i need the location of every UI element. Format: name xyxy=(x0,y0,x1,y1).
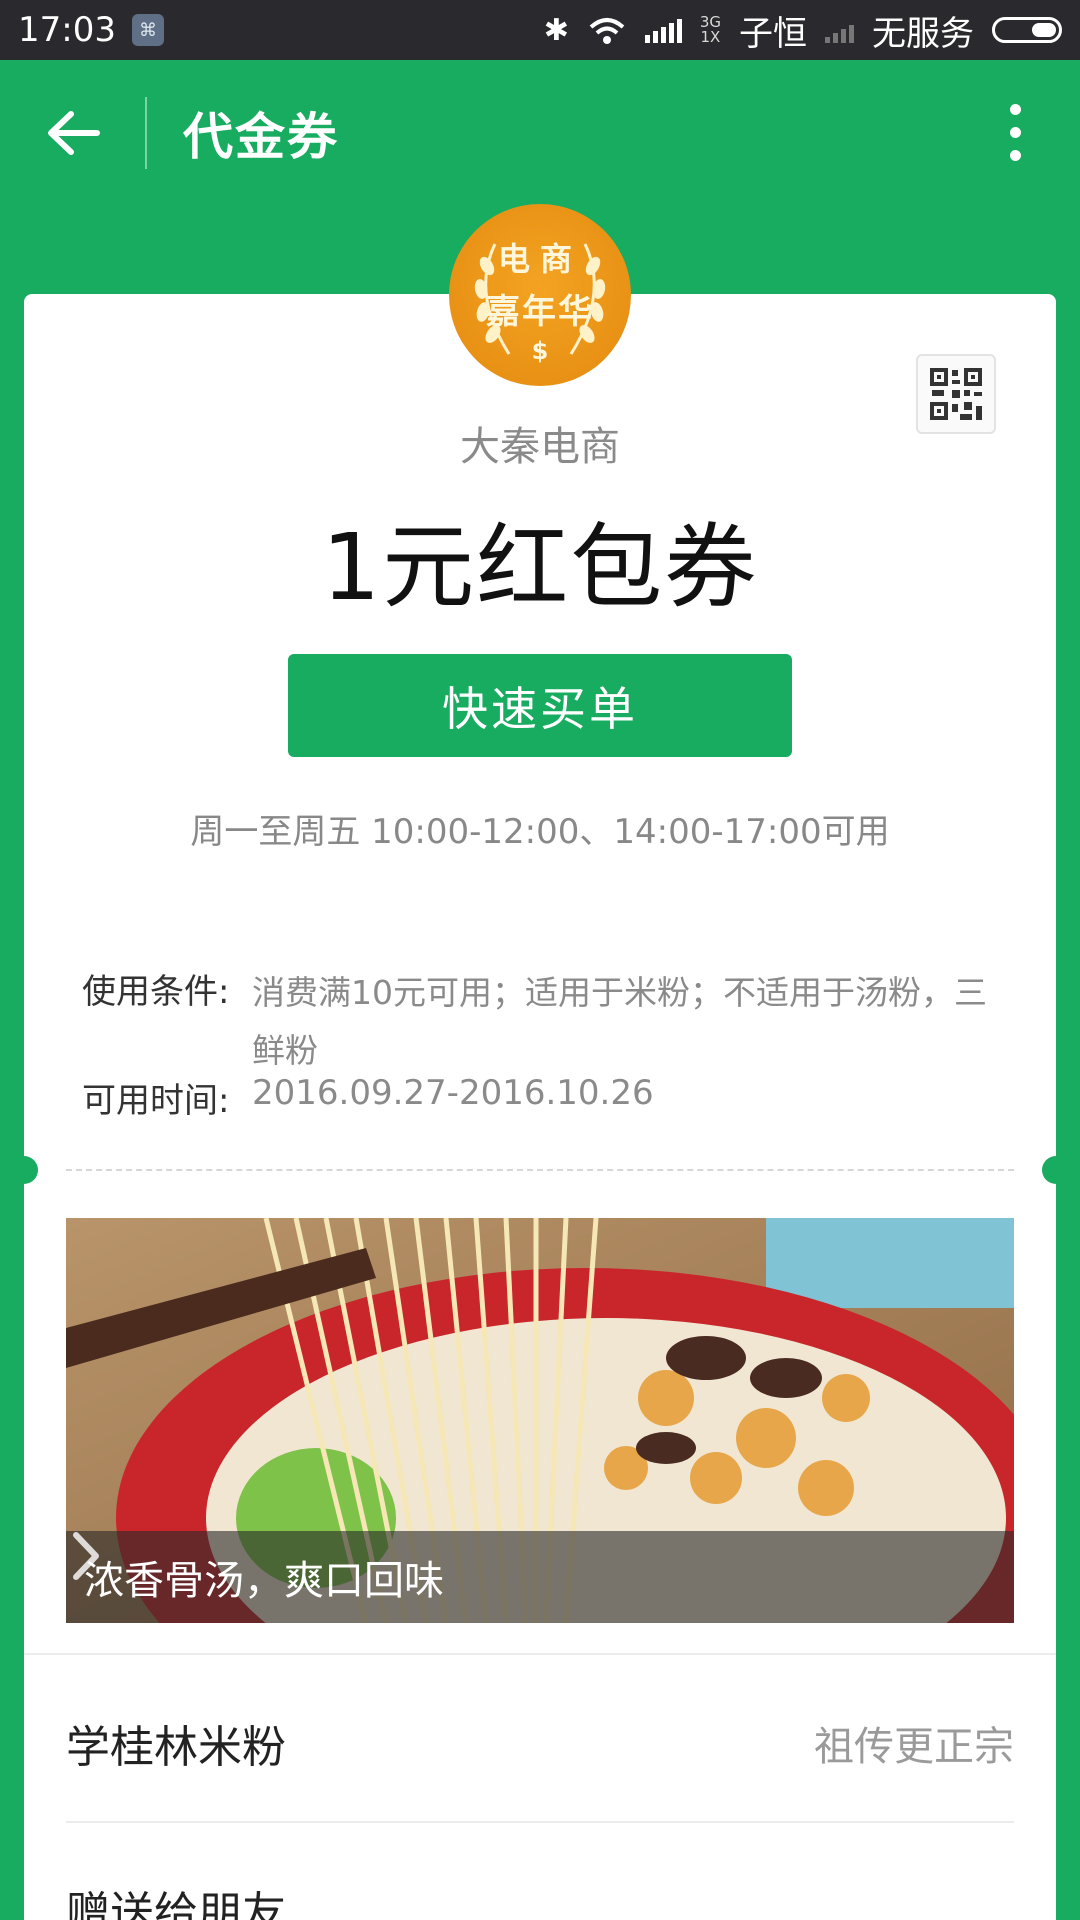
conditions-label: 使用条件: xyxy=(82,972,230,1012)
merchant-row-label[interactable]: 学桂林米粉 xyxy=(66,1711,286,1775)
dashed-divider xyxy=(66,1169,1014,1171)
bluetooth-icon: ✱ xyxy=(543,12,569,48)
status-bar: 17:03 ⌘ ✱ 3G 1X 子恒 无服务 xyxy=(0,0,1080,60)
promo-banner[interactable]: 浓香骨汤，爽口回味 xyxy=(66,1218,1014,1623)
quick-pay-button[interactable]: 快速买单 xyxy=(288,654,792,757)
section-divider xyxy=(24,1653,1056,1655)
conditions-value: 消费满10元可用；适用于米粉；不适用于汤粉，三鲜粉 xyxy=(252,973,987,1070)
app-bar: 代金券 xyxy=(0,60,1080,205)
more-menu-button[interactable] xyxy=(950,60,1080,205)
wifi-icon xyxy=(589,18,625,44)
service-status: 无服务 xyxy=(872,13,974,54)
notification-app-icon: ⌘ xyxy=(131,14,164,46)
chevron-right-icon xyxy=(73,1532,99,1580)
status-time: 17:03 xyxy=(18,10,116,50)
coupon-title: 1元红包券 xyxy=(321,514,759,621)
usage-hours: 周一至周五 10:00-12:00、14:00-17:00可用 xyxy=(190,812,890,852)
validity-value: 2016.09.27-2016.10.26 xyxy=(252,1073,654,1113)
arrow-left-icon xyxy=(47,110,100,155)
app-bar-divider xyxy=(145,96,147,169)
logo-text-bottom: $ xyxy=(531,337,549,365)
merchant-row-value: 祖传更正宗 xyxy=(814,1724,1014,1770)
gift-to-friend-row[interactable]: 赠送给朋友 xyxy=(66,1877,286,1920)
more-vertical-icon xyxy=(1009,104,1021,115)
status-indicators: ✱ 3G 1X 子恒 无服务 xyxy=(544,6,1062,55)
back-button[interactable] xyxy=(0,60,145,205)
banner-caption: 浓香骨汤，爽口回味 xyxy=(84,1558,444,1604)
banner-caption-bar: 浓香骨汤，爽口回味 xyxy=(66,1531,1014,1623)
carrier-name: 子恒 xyxy=(739,13,807,54)
card-notch-left xyxy=(10,1156,38,1184)
validity-label: 可用时间: xyxy=(82,1081,230,1121)
row-divider xyxy=(66,1821,1014,1823)
signal-strength-icon xyxy=(644,17,682,43)
merchant-name: 大秦电商 xyxy=(460,424,620,470)
signal-none-icon xyxy=(825,17,854,43)
merchant-logo: 电商 嘉年华 $ xyxy=(449,204,631,386)
card-notch-right xyxy=(1042,1156,1070,1184)
battery-icon xyxy=(992,17,1062,43)
logo-text-top: 电商 xyxy=(497,240,582,278)
network-type: 3G 1X xyxy=(699,13,721,46)
logo-text-middle: 嘉年华 xyxy=(486,292,594,332)
page-title: 代金券 xyxy=(183,107,339,166)
